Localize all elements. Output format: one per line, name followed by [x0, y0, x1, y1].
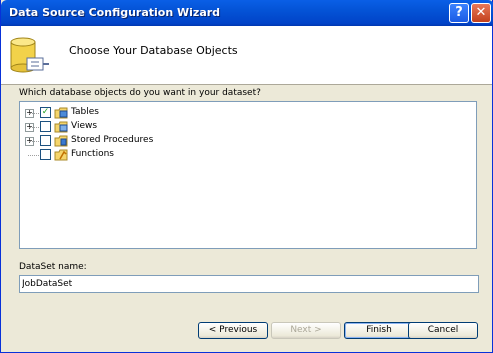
- database-objects-tree[interactable]: + ✓ Tables + Views + Stored Procedures F…: [19, 101, 477, 249]
- views-checkbox[interactable]: [40, 121, 51, 132]
- wizard-window: Data Source Configuration Wizard ? ✕ Cho…: [0, 0, 493, 353]
- page-title: Choose Your Database Objects: [69, 44, 238, 57]
- tree-node-label: Views: [71, 121, 98, 131]
- procedure-folder-icon: [54, 135, 68, 147]
- close-button[interactable]: ✕: [471, 3, 491, 23]
- finish-button[interactable]: Finish: [344, 322, 414, 339]
- help-button[interactable]: ?: [449, 3, 469, 23]
- tree-node-label: Stored Procedures: [71, 135, 154, 145]
- tree-node-label: Tables: [71, 107, 99, 117]
- tables-checkbox[interactable]: ✓: [40, 107, 51, 118]
- tree-connector: [29, 141, 39, 142]
- wizard-header: Choose Your Database Objects: [1, 26, 492, 85]
- window-title: Data Source Configuration Wizard: [9, 6, 221, 19]
- dataset-name-label: DataSet name:: [19, 262, 87, 272]
- tree-node-label: Functions: [71, 149, 114, 159]
- database-icon: [10, 37, 49, 73]
- previous-button[interactable]: < Previous: [198, 322, 268, 339]
- cancel-button[interactable]: Cancel: [408, 322, 478, 339]
- next-button[interactable]: Next >: [271, 322, 341, 339]
- dataset-name-input[interactable]: [19, 275, 479, 293]
- stored-procedures-checkbox[interactable]: [40, 135, 51, 146]
- table-folder-icon: [54, 107, 68, 119]
- function-folder-icon: [54, 149, 68, 161]
- question-label: Which database objects do you want in yo…: [19, 88, 261, 98]
- functions-checkbox[interactable]: [40, 149, 51, 160]
- title-bar[interactable]: Data Source Configuration Wizard ? ✕: [1, 0, 493, 26]
- tree-connector: [28, 155, 39, 156]
- view-folder-icon: [54, 121, 68, 133]
- tree-connector: [29, 127, 39, 128]
- tree-connector: [29, 113, 39, 114]
